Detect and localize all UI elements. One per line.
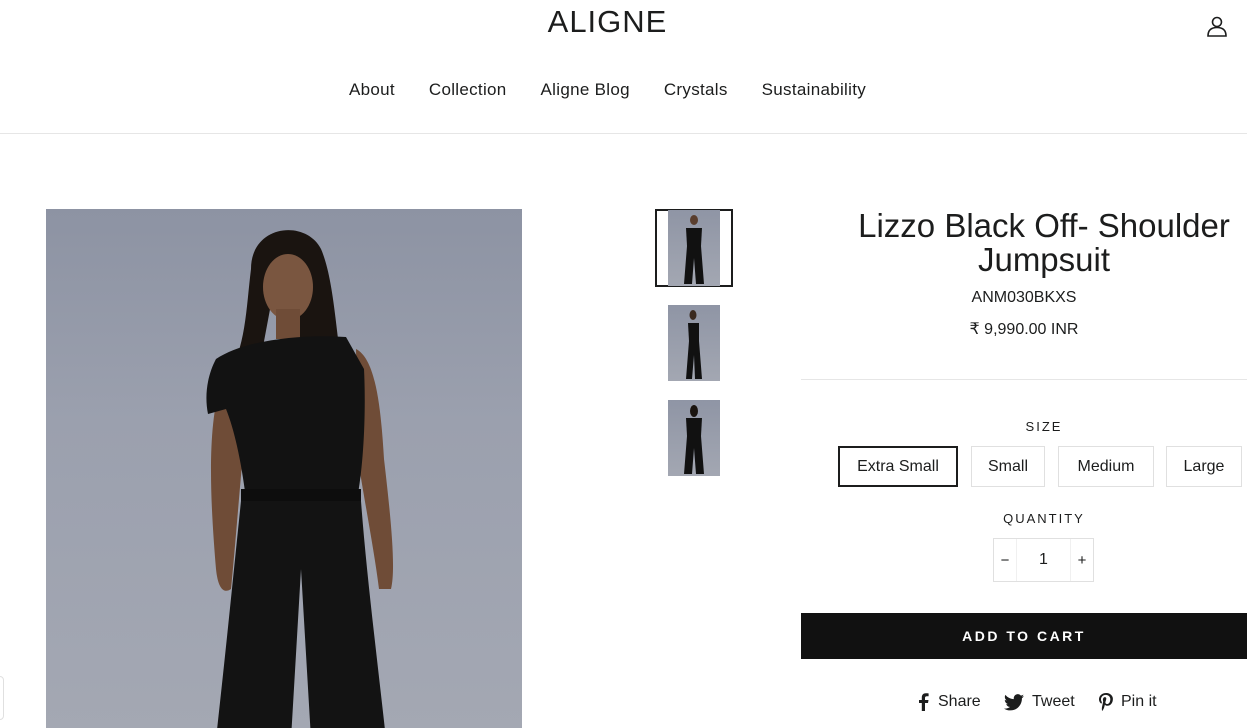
product-sku: ANM030BKXS bbox=[971, 289, 1077, 306]
quantity-stepper: − + bbox=[993, 538, 1094, 582]
size-option-large[interactable]: Large bbox=[1166, 446, 1242, 487]
product-title-line-2: Jumpsuit bbox=[977, 241, 1111, 278]
thumbnail-front[interactable] bbox=[655, 209, 733, 287]
product-title-line-1: Lizzo Black Off- Shoulder bbox=[858, 207, 1230, 244]
nav-item-about[interactable]: About bbox=[349, 80, 395, 100]
size-option-small[interactable]: Small bbox=[971, 446, 1045, 487]
side-tab[interactable] bbox=[0, 676, 4, 720]
nav-item-aligne-blog[interactable]: Aligne Blog bbox=[541, 80, 630, 100]
header-divider bbox=[0, 133, 1247, 134]
product-title: Lizzo Black Off- Shoulder Jumpsuit bbox=[801, 209, 1247, 277]
size-label: SIZE bbox=[1025, 419, 1063, 434]
pinterest-icon bbox=[1099, 693, 1113, 711]
add-to-cart-button[interactable]: ADD TO CART bbox=[801, 613, 1247, 659]
product-main-image[interactable] bbox=[46, 209, 522, 728]
quantity-input[interactable] bbox=[1016, 539, 1071, 581]
size-option-medium[interactable]: Medium bbox=[1058, 446, 1154, 487]
product-info: Lizzo Black Off- Shoulder Jumpsuit ANM03… bbox=[801, 209, 1247, 339]
nav-item-crystals[interactable]: Crystals bbox=[664, 80, 728, 100]
share-twitter-link[interactable]: Tweet bbox=[1004, 693, 1075, 711]
quantity-increase-button[interactable]: + bbox=[1071, 539, 1093, 581]
facebook-icon bbox=[919, 693, 929, 711]
nav-item-sustainability[interactable]: Sustainability bbox=[762, 80, 866, 100]
size-option-extra-small[interactable]: Extra Small bbox=[838, 446, 958, 487]
quantity-decrease-button[interactable]: − bbox=[994, 539, 1016, 581]
nav-item-collection[interactable]: Collection bbox=[429, 80, 507, 100]
user-icon[interactable] bbox=[1205, 14, 1229, 38]
thumbnail-back[interactable] bbox=[655, 399, 733, 477]
pin-label: Pin it bbox=[1121, 693, 1157, 710]
brand-logo[interactable]: ALIGNE bbox=[0, 4, 1215, 40]
product-page: ALIGNE About Collection Aligne Blog Crys… bbox=[0, 0, 1247, 728]
tweet-label: Tweet bbox=[1032, 693, 1075, 710]
main-nav: About Collection Aligne Blog Crystals Su… bbox=[0, 80, 1215, 100]
quantity-label: QUANTITY bbox=[1003, 511, 1085, 526]
product-price: ₹ 9,990.00 INR bbox=[969, 321, 1079, 338]
info-divider bbox=[801, 379, 1247, 380]
twitter-icon bbox=[1004, 693, 1024, 710]
share-pinterest-link[interactable]: Pin it bbox=[1099, 693, 1157, 711]
share-label: Share bbox=[938, 693, 981, 710]
share-facebook-link[interactable]: Share bbox=[916, 693, 981, 711]
thumbnail-side[interactable] bbox=[655, 304, 733, 382]
